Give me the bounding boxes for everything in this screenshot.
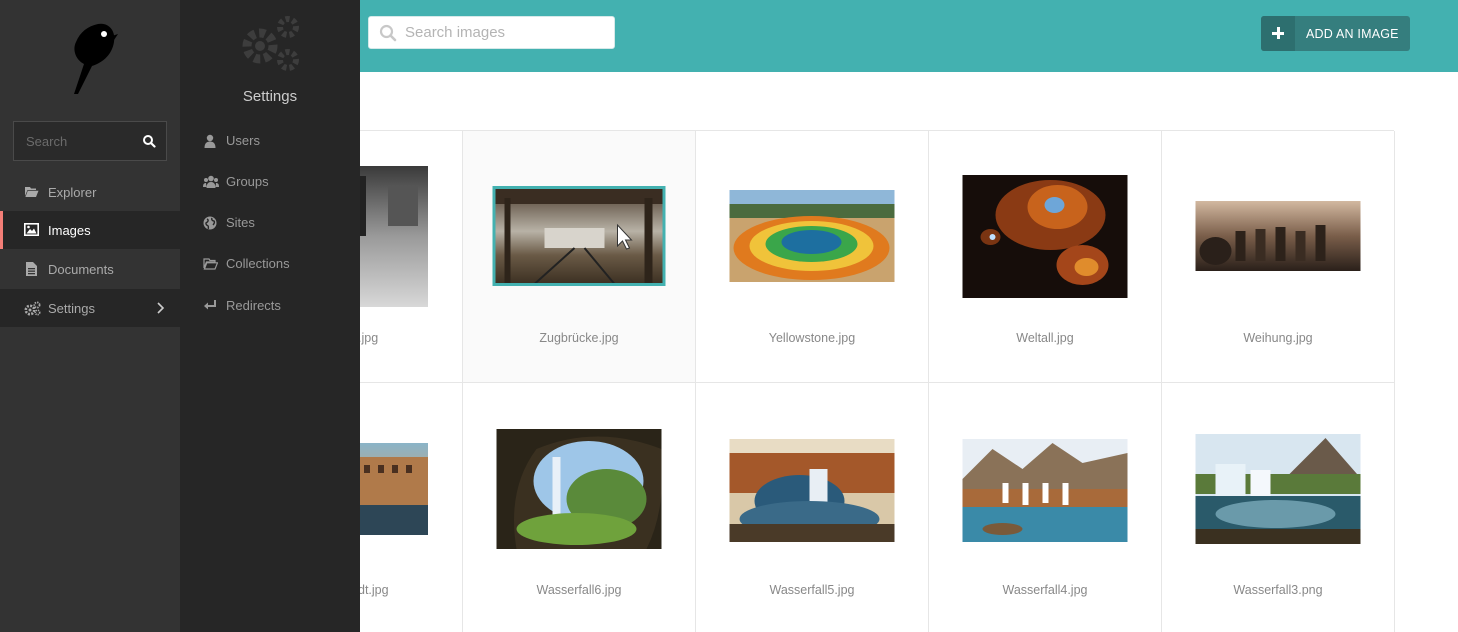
sidebar: Explorer Images Documents Settings <box>0 0 180 632</box>
globe-icon <box>203 216 217 230</box>
image-caption: Weltall.jpg <box>1016 331 1074 345</box>
image-caption: Wasserfall6.jpg <box>536 583 622 597</box>
image-caption: Weihung.jpg <box>1243 331 1313 345</box>
folder-open-icon <box>25 187 39 197</box>
wagtail-logo-icon[interactable] <box>58 20 118 96</box>
image-thumbnail[interactable] <box>962 439 1128 542</box>
sidebar-search-input[interactable] <box>26 122 136 160</box>
user-icon <box>204 134 216 148</box>
sidebar-item-label: Documents <box>48 262 114 277</box>
add-image-label: ADD AN IMAGE <box>1306 27 1399 41</box>
folder-open-icon <box>203 258 218 270</box>
sidebar-item-images[interactable]: Images <box>0 211 180 249</box>
image-card[interactable]: Wasserfall5.jpg <box>696 383 929 632</box>
image-card[interactable]: Yellowstone.jpg <box>696 131 929 383</box>
cogs-icon <box>24 301 41 316</box>
sidebar-item-label: Explorer <box>48 185 97 200</box>
settings-submenu: Settings Users Groups Sites Collections … <box>180 0 360 632</box>
image-caption: Wasserfall4.jpg <box>1002 583 1088 597</box>
redirect-icon <box>204 300 216 310</box>
submenu-item-collections[interactable]: Collections <box>180 247 360 283</box>
image-search-box[interactable] <box>368 16 615 49</box>
image-card[interactable]: Wasserfall3.png <box>1162 383 1395 632</box>
sidebar-item-label: Settings <box>48 301 95 316</box>
image-card[interactable]: Weltall.jpg <box>929 131 1162 383</box>
submenu-item-users[interactable]: Users <box>180 124 360 160</box>
sidebar-item-documents[interactable]: Documents <box>0 250 180 288</box>
image-card[interactable]: Wasserfall6.jpg <box>463 383 696 632</box>
submenu-item-label: Users <box>226 133 260 148</box>
sidebar-item-explorer[interactable]: Explorer <box>0 173 180 211</box>
chevron-right-icon <box>157 302 165 314</box>
image-caption: dt.jpg <box>358 583 389 597</box>
sidebar-search-box[interactable] <box>13 121 167 161</box>
plus-icon <box>1261 16 1295 51</box>
document-icon <box>26 262 37 276</box>
sidebar-item-settings[interactable]: Settings <box>0 289 180 327</box>
cogs-icon <box>242 16 299 71</box>
image-caption: Yellowstone.jpg <box>768 331 856 345</box>
image-thumbnail[interactable] <box>729 190 895 282</box>
image-thumbnail[interactable] <box>1195 434 1361 544</box>
submenu-title: Settings <box>242 88 298 105</box>
sidebar-item-label: Images <box>48 223 91 238</box>
submenu-item-redirects[interactable]: Redirects <box>180 289 360 325</box>
image-thumbnail[interactable] <box>729 439 895 542</box>
group-icon <box>203 175 219 188</box>
image-caption: Wasserfall3.png <box>1233 583 1323 597</box>
image-card[interactable]: Wasserfall4.jpg <box>929 383 1162 632</box>
search-icon <box>379 24 397 42</box>
image-search-input[interactable] <box>405 17 605 48</box>
image-card[interactable]: Zugbrücke.jpg <box>463 131 696 383</box>
submenu-item-label: Redirects <box>226 298 281 313</box>
submenu-item-label: Groups <box>226 174 269 189</box>
image-thumbnail[interactable] <box>492 186 666 286</box>
image-thumbnail[interactable] <box>496 429 662 549</box>
image-caption: .jpg <box>358 331 379 345</box>
image-caption: Zugbrücke.jpg <box>539 331 619 345</box>
submenu-item-sites[interactable]: Sites <box>180 206 360 242</box>
submenu-item-label: Sites <box>226 215 255 230</box>
submenu-item-groups[interactable]: Groups <box>180 165 360 201</box>
image-thumbnail[interactable] <box>1195 201 1361 271</box>
image-card[interactable]: Weihung.jpg <box>1162 131 1395 383</box>
image-thumbnail[interactable] <box>962 175 1128 298</box>
image-grid: .jpg Zugbrücke.jpg Yellowstone.jpg Welta… <box>230 130 1395 632</box>
image-caption: Wasserfall5.jpg <box>769 583 855 597</box>
add-image-button[interactable]: ADD AN IMAGE <box>1261 16 1410 51</box>
image-icon <box>24 223 39 236</box>
search-icon[interactable] <box>142 134 156 148</box>
submenu-item-label: Collections <box>226 256 290 271</box>
